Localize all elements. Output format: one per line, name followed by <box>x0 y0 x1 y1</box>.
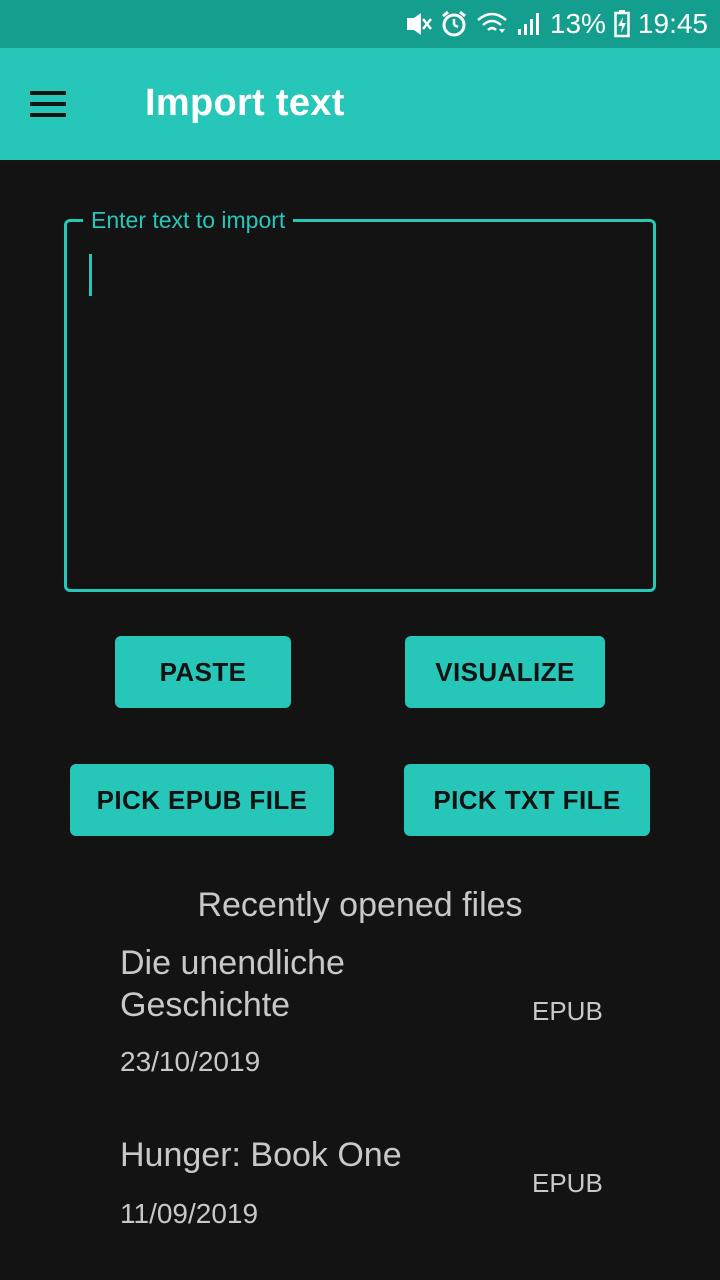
wifi-icon <box>476 11 508 37</box>
recent-file-date: 11/09/2019 <box>120 1198 259 1229</box>
paste-button[interactable]: PASTE <box>115 636 291 708</box>
recent-file-name: Die unendliche Geschichte <box>120 944 345 1024</box>
battery-percentage: 13% <box>549 8 606 39</box>
import-text-input[interactable] <box>83 244 638 574</box>
recent-file-date: 23/10/2019 <box>120 1046 261 1077</box>
menu-line <box>30 102 66 106</box>
recent-file-type: EPUB <box>532 996 603 1026</box>
vibrate-mute-icon <box>404 11 432 37</box>
recent-files-heading: Recently opened files <box>197 886 523 924</box>
signal-icon <box>516 11 542 37</box>
alarm-icon <box>440 10 468 38</box>
menu-line <box>30 91 66 95</box>
recent-file-type: EPUB <box>532 1168 603 1198</box>
status-icons: 13% 19:45 <box>404 0 708 48</box>
clock: 19:45 <box>637 8 708 39</box>
recent-file-item[interactable]: Hunger: Book One 11/09/2019 EPUB <box>120 1134 620 1234</box>
recent-file-name: Hunger: Book One <box>120 1136 402 1174</box>
menu-line <box>30 113 66 117</box>
pick-txt-file-button[interactable]: PICK TXT FILE <box>404 764 650 836</box>
status-bar: 13% 19:45 <box>0 0 720 48</box>
hamburger-menu-icon[interactable] <box>22 78 74 130</box>
import-text-field[interactable]: Enter text to import <box>64 205 656 592</box>
visualize-button[interactable]: VISUALIZE <box>405 636 605 708</box>
app-bar: Import text <box>0 48 720 160</box>
page-title: Import text <box>145 82 345 124</box>
recent-file-item[interactable]: Die unendliche Geschichte 23/10/2019 EPU… <box>120 942 620 1092</box>
import-text-label: Enter text to import <box>83 205 294 235</box>
pick-epub-file-button[interactable]: PICK EPUB FILE <box>70 764 334 836</box>
battery-charging-icon <box>614 10 630 38</box>
